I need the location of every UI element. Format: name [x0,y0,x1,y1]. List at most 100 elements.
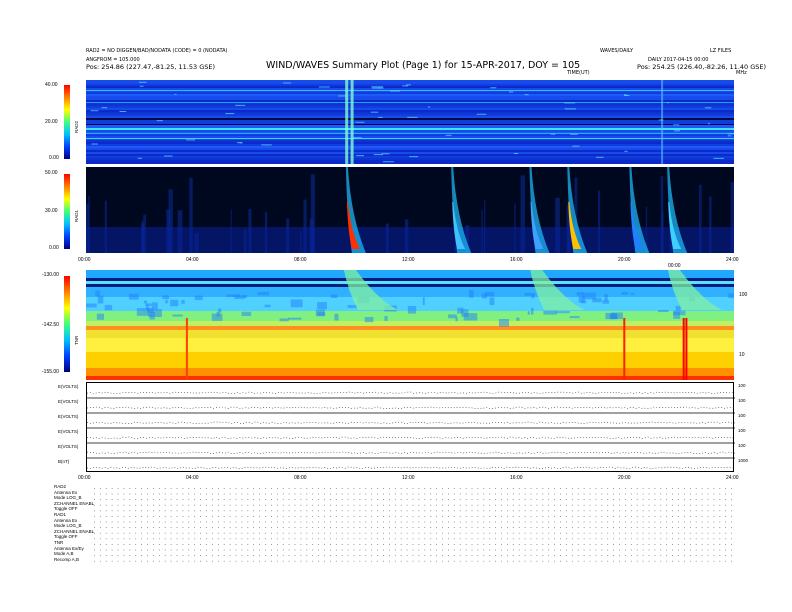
info-dot [424,532,426,534]
info-dot [548,510,550,512]
info-dot [158,493,160,495]
info-dot [424,560,426,562]
rad2-line [86,133,734,134]
info-dot [660,532,662,534]
info-dot [347,504,349,506]
info-dot [129,493,131,495]
info-dot [247,510,249,512]
info-dot [400,488,402,489]
info-dot [300,488,302,489]
info-dot [530,516,532,517]
info-dot [247,488,249,489]
info-dot [212,516,213,517]
info-dot [512,504,514,506]
info-dot [318,555,319,556]
info-dot [235,538,237,540]
info-dot [554,527,555,528]
info-dot [217,510,219,512]
info-dot [341,504,343,506]
info-dot [206,493,207,495]
info-dot [589,538,591,540]
info-dot [306,510,308,512]
info-dot [471,499,473,500]
info-dot [689,527,691,528]
info-dot [153,527,154,528]
info-dot [613,532,614,534]
info-dot [182,499,184,500]
info-dot [94,555,95,556]
info-dot [371,521,373,523]
info-dot [607,504,609,506]
info-dot [318,516,319,517]
info-dot [406,527,408,528]
info-dot [418,527,420,528]
info-dot [501,555,502,556]
info-dot [94,538,95,540]
info-dot [200,488,201,489]
info-dot [507,527,508,528]
rad2-band [86,120,734,122]
info-dot [619,499,620,500]
info-dot [253,493,255,495]
info-dot [271,532,272,534]
info-dot [241,544,243,545]
info-dot [188,521,190,523]
info-dot [389,510,390,512]
info-dot [589,532,591,534]
info-dot [400,560,402,562]
info-dot [182,555,184,556]
info-dot [725,532,727,534]
info-dot [695,493,697,495]
info-dot [560,544,561,545]
info-dot [341,532,343,534]
info-dot [630,555,632,556]
info-dot [477,560,479,562]
info-dot [312,516,314,517]
info-dot [99,499,101,500]
info-dot [595,555,597,556]
info-dot [719,538,721,540]
info-dot [324,532,325,534]
info-dot [571,555,573,556]
info-dot [383,555,384,556]
info-line-4: Toggle OFF [54,506,78,512]
info-dot [583,521,585,523]
info-dot [684,538,685,540]
info-dot [141,538,142,540]
info-dot [324,538,325,540]
info-dot [636,493,638,495]
info-dot [613,493,614,495]
info-dot [94,504,95,506]
info-dot [695,504,697,506]
info-dot [424,555,426,556]
info-dot [182,544,184,545]
tnr-spike [685,318,688,380]
info-dot [276,544,278,545]
info-dot [300,510,302,512]
info-dot [436,493,437,495]
info-dot [689,499,691,500]
info-dot [630,493,632,495]
stack-row-scale-2: 100 [738,413,746,418]
info-dot [530,544,532,545]
info-dot [601,544,603,545]
info-dot [654,516,656,517]
info-dot [666,544,668,545]
info-dot [601,499,603,500]
info-dot [689,532,691,534]
info-dot [271,488,272,489]
info-dot [135,493,137,495]
info-dot [276,510,278,512]
info-dot [707,516,709,517]
info-dot [731,521,732,523]
info-dot [105,544,107,545]
tnr-patch [334,313,339,321]
info-dot [448,527,449,528]
info-dot [465,493,467,495]
info-dot [689,560,691,562]
info-dot [406,516,408,517]
info-dot [518,493,520,495]
info-dot [725,549,727,551]
info-dot [619,549,620,551]
info-dot [335,544,337,545]
